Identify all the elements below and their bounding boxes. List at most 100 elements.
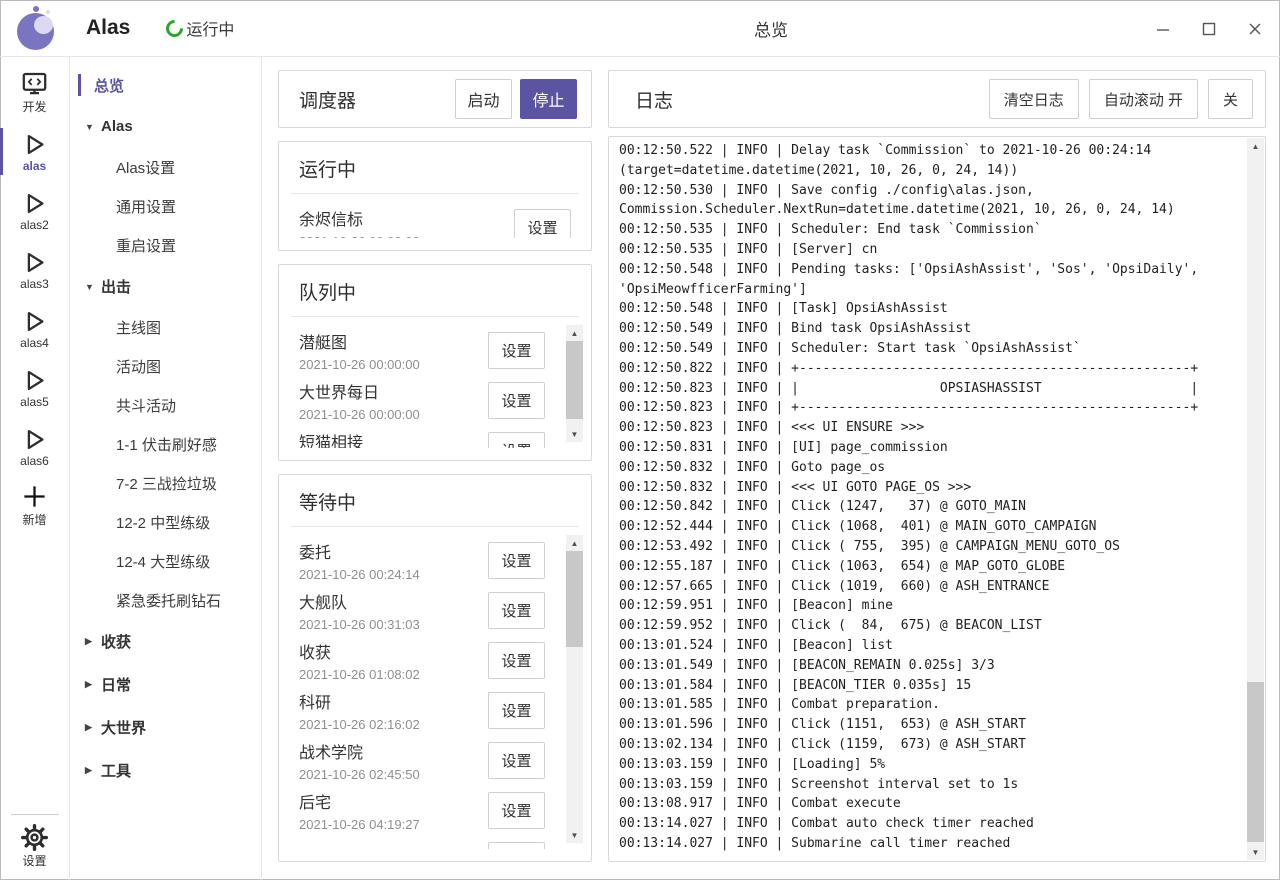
- autoscroll-toggle-button[interactable]: 自动滚动 开: [1089, 79, 1198, 119]
- log-off-button[interactable]: 关: [1208, 79, 1253, 119]
- menu-group-日常[interactable]: 日常: [70, 663, 261, 706]
- gear-icon: [21, 824, 48, 851]
- start-button[interactable]: 启动: [455, 79, 512, 119]
- task-time: 2021-10-26 00:00:00: [299, 234, 514, 239]
- chevron-down-icon: [85, 282, 101, 292]
- task-setting-button[interactable]: 设置: [488, 382, 545, 419]
- task-setting-button[interactable]: 设置: [488, 592, 545, 629]
- clear-log-button[interactable]: 清空日志: [989, 79, 1079, 119]
- menu-group-大世界[interactable]: 大世界: [70, 706, 261, 749]
- log-line: 00:13:01.524 | INFO | [Beacon] list: [619, 636, 1241, 656]
- menu-group-Alas[interactable]: Alas: [70, 105, 261, 148]
- task-list: 余烬信标 2021-10-26 00:00:00 设置: [279, 194, 591, 238]
- menu-item-12-4 大型练级[interactable]: 12-4 大型练级: [70, 542, 261, 581]
- plus-icon: [21, 483, 48, 510]
- task-setting-button[interactable]: 设置: [488, 742, 545, 779]
- menu-item-活动图[interactable]: 活动图: [70, 347, 261, 386]
- stop-button[interactable]: 停止: [520, 79, 577, 119]
- task-section-title: 运行中: [279, 155, 591, 182]
- status-label: 运行中: [186, 16, 234, 40]
- app-name: Alas: [86, 16, 130, 40]
- menu-group-label: 工具: [101, 760, 131, 781]
- menu-group-出击[interactable]: 出击: [70, 265, 261, 308]
- scroll-thumb[interactable]: [566, 551, 583, 647]
- rail-item-alas3[interactable]: alas3: [0, 240, 69, 299]
- task-time: 2021-10-26 00:31:03: [299, 617, 488, 632]
- log-line: 00:13:01.596 | INFO | Click (1151, 653) …: [619, 715, 1241, 735]
- menu-item-通用设置[interactable]: 通用设置: [70, 187, 261, 226]
- scroll-thumb[interactable]: [566, 341, 583, 419]
- task-name: 商店购买: [299, 846, 488, 849]
- rail-item-settings[interactable]: 设置: [0, 817, 69, 876]
- menu-group-收获[interactable]: 收获: [70, 620, 261, 663]
- instance-rail: 开发 alas alas2 alas3 alas4 alas5 alas6 新增: [0, 57, 70, 880]
- task-setting-button[interactable]: 设置: [488, 432, 545, 449]
- dev-icon: [21, 70, 48, 97]
- log-line: 00:12:50.832 | INFO | Goto page_os: [619, 458, 1241, 478]
- task-setting-button[interactable]: 设置: [488, 542, 545, 579]
- task-name: 大世界每日: [299, 379, 488, 403]
- log-scrollbar[interactable]: ▲ ▼: [1247, 138, 1264, 860]
- log-line: 00:13:14.027 | INFO | Combat auto check …: [619, 814, 1241, 834]
- task-time: 2021-10-26 00:00:00: [299, 357, 488, 372]
- menu-group-工具[interactable]: 工具: [70, 749, 261, 792]
- rail-item-alas[interactable]: alas: [0, 122, 69, 181]
- task-name: 委托: [299, 539, 488, 563]
- menu-item-7-2 三战捡垃圾[interactable]: 7-2 三战捡垃圾: [70, 464, 261, 503]
- page-title: 总览: [754, 16, 788, 41]
- log-line: 00:13:03.159 | INFO | [Loading] 5%: [619, 755, 1241, 775]
- minimize-icon[interactable]: [1154, 20, 1172, 38]
- task-name: 科研: [299, 689, 488, 713]
- menu-group-label: Alas: [101, 118, 133, 135]
- task-setting-button[interactable]: 设置: [488, 842, 545, 850]
- task-time: 2021-10-26 04:19:27: [299, 817, 488, 832]
- list-scrollbar[interactable]: ▲ ▼: [566, 535, 583, 843]
- task-row: 收获 2021-10-26 01:08:02 设置: [299, 635, 545, 685]
- list-scrollbar[interactable]: ▲ ▼: [566, 325, 583, 442]
- log-line: 00:12:50.530 | INFO | Save config ./conf…: [619, 181, 1241, 201]
- task-setting-button[interactable]: 设置: [488, 332, 545, 369]
- task-time: 2021-10-26 00:24:14: [299, 567, 488, 582]
- log-line: 00:12:50.522 | INFO | Delay task `Commis…: [619, 141, 1241, 161]
- menu-item-共斗活动[interactable]: 共斗活动: [70, 386, 261, 425]
- rail-item-alas6[interactable]: alas6: [0, 417, 69, 476]
- close-icon[interactable]: [1246, 20, 1264, 38]
- rail-item-alas4[interactable]: alas4: [0, 299, 69, 358]
- menu-item-紧急委托刷钻石[interactable]: 紧急委托刷钻石: [70, 581, 261, 620]
- menu-item-重启设置[interactable]: 重启设置: [70, 226, 261, 265]
- scroll-thumb[interactable]: [1247, 682, 1264, 842]
- maximize-icon[interactable]: [1200, 20, 1218, 38]
- task-name: 收获: [299, 639, 488, 663]
- rail-item-alas2[interactable]: alas2: [0, 181, 69, 240]
- log-line: 00:13:14.027 | INFO | Submarine call tim…: [619, 834, 1241, 854]
- menu-item-Alas设置[interactable]: Alas设置: [70, 148, 261, 187]
- menu-item-12-2 中型练级[interactable]: 12-2 中型练级: [70, 503, 261, 542]
- task-section-title: 队列中: [279, 278, 591, 305]
- scroll-down-icon[interactable]: ▼: [566, 827, 583, 843]
- rail-item-label: 设置: [22, 852, 46, 869]
- rail-item-新增[interactable]: 新增: [0, 476, 69, 535]
- scroll-down-icon[interactable]: ▼: [566, 426, 583, 442]
- task-setting-button[interactable]: 设置: [488, 692, 545, 729]
- rail-item-alas5[interactable]: alas5: [0, 358, 69, 417]
- menu-item-总览[interactable]: 总览: [70, 65, 261, 105]
- menu-item-主线图[interactable]: 主线图: [70, 308, 261, 347]
- task-setting-button[interactable]: 设置: [488, 642, 545, 679]
- log-line: 00:12:50.831 | INFO | [UI] page_commissi…: [619, 438, 1241, 458]
- log-line: 'OpsiMeowfficerFarming']: [619, 280, 1241, 300]
- rail-item-label: alas2: [20, 218, 49, 232]
- log-line: 00:12:53.492 | INFO | Click ( 755, 395) …: [619, 537, 1241, 557]
- task-time: 2021-10-26 02:16:02: [299, 717, 488, 732]
- task-setting-button[interactable]: 设置: [488, 792, 545, 829]
- task-row: 大世界每日 2021-10-26 00:00:00 设置: [299, 375, 545, 425]
- log-lines[interactable]: 00:12:50.522 | INFO | Delay task `Commis…: [619, 141, 1241, 857]
- scroll-up-icon[interactable]: ▲: [566, 325, 583, 341]
- task-setting-button[interactable]: 设置: [514, 209, 571, 239]
- rail-item-label: alas5: [20, 395, 49, 409]
- scroll-up-icon[interactable]: ▲: [1247, 138, 1264, 154]
- rail-item-label: alas3: [20, 277, 49, 291]
- scroll-up-icon[interactable]: ▲: [566, 535, 583, 551]
- scroll-down-icon[interactable]: ▼: [1247, 844, 1264, 860]
- menu-item-1-1 伏击刷好感[interactable]: 1-1 伏击刷好感: [70, 425, 261, 464]
- rail-item-开发[interactable]: 开发: [0, 63, 69, 122]
